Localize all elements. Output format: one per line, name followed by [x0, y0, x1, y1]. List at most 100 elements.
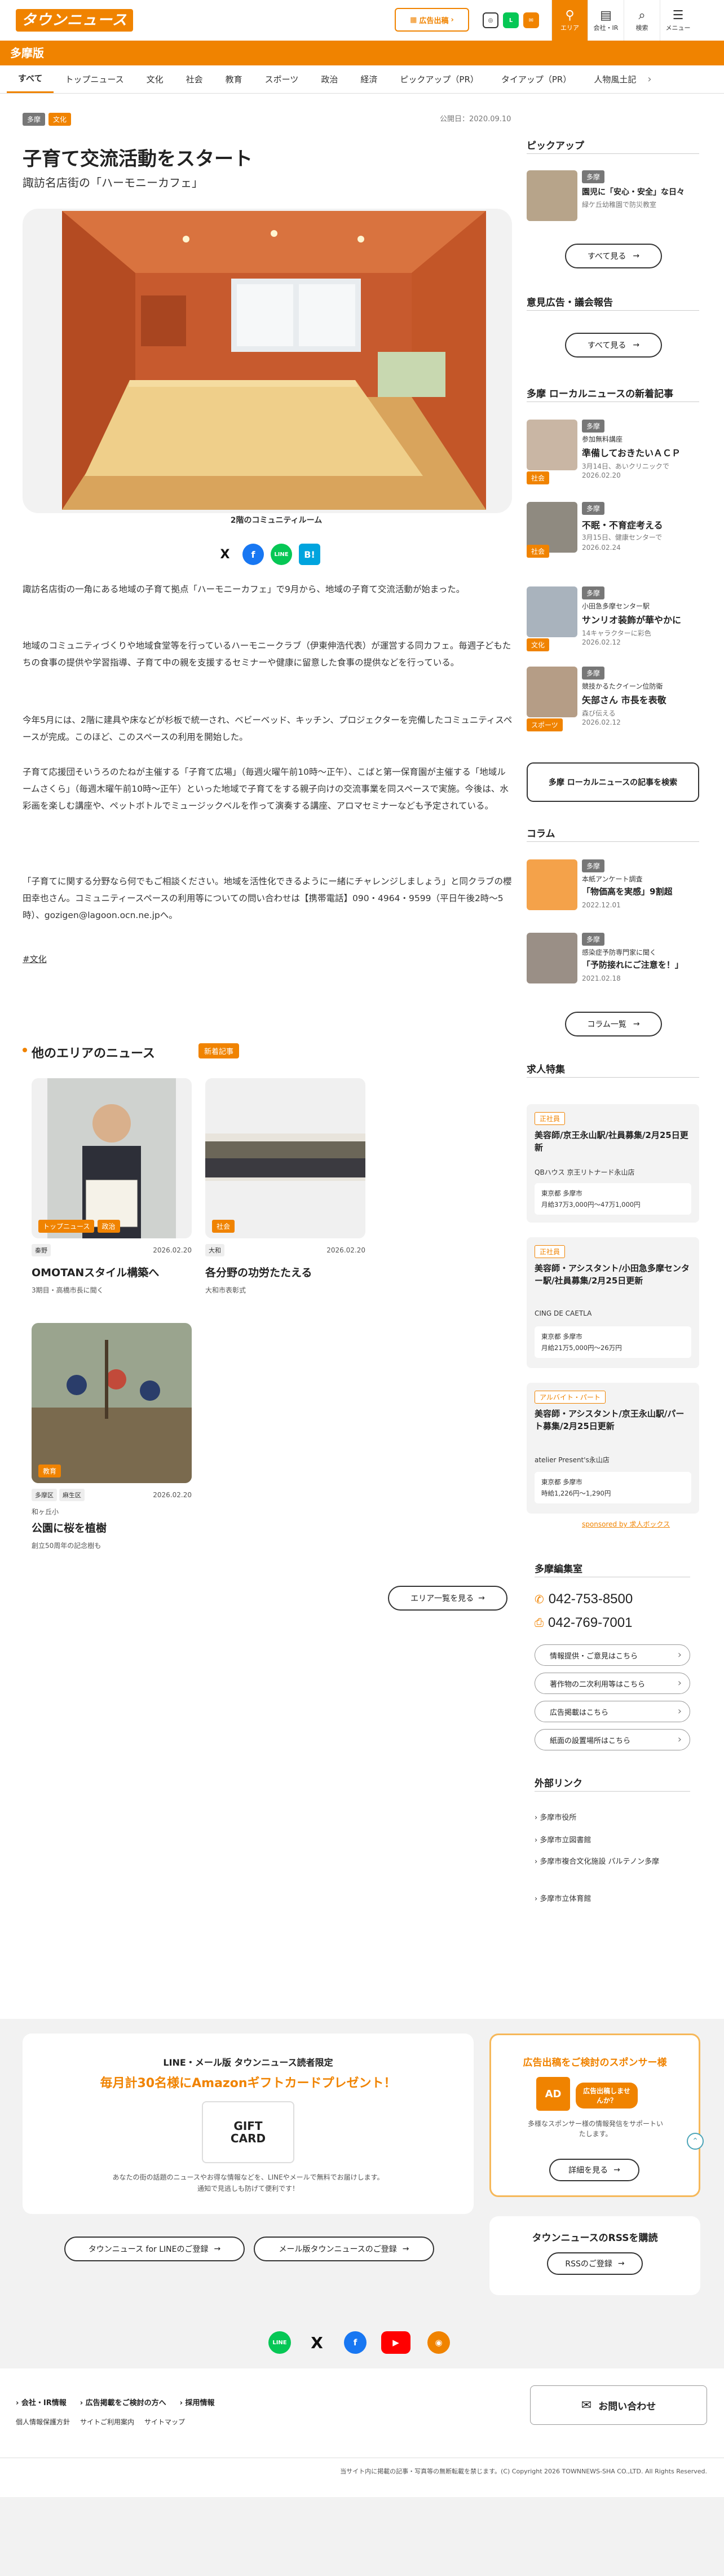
card-title: 公園に桜を植樹 [32, 1522, 107, 1534]
contact-button[interactable]: ✉ お問い合わせ [530, 2385, 707, 2425]
editorial-link[interactable]: 情報提供・ご意見はこちら [535, 1644, 690, 1666]
news-card[interactable]: 社会 大和 2026.02.20 各分野の功労たたえる 大和市表彰式 [205, 1078, 365, 1295]
column-item[interactable]: 多摩 感染症予防専門家に聞く 「予防接れにご注意を！」 2021.02.18 [527, 933, 699, 995]
external-link[interactable]: › 多摩市立図書館 [535, 1834, 591, 1845]
area-list-button[interactable]: エリア一覧を見る → [388, 1586, 507, 1611]
category-tag[interactable]: 文化 [48, 113, 72, 126]
pickup-thumb [527, 170, 577, 221]
pickup-item[interactable]: 多摩 園児に「安心・安全」な日々 緑ケ丘幼稚園で防災教室 [527, 170, 699, 232]
line-register-button[interactable]: タウンニュース for LINEのご登録 → [64, 2237, 245, 2261]
local-news-item[interactable]: 多摩 小田急多摩センター駅 サンリオ装飾が華やかに 14キャラクターに彩色 20… [527, 586, 699, 651]
nav-menu[interactable]: ☰ メニュー [660, 0, 696, 41]
line-icon[interactable]: L [503, 12, 519, 28]
pickup-see-all-button[interactable]: すべて見る → [565, 244, 662, 268]
footer-link[interactable]: 個人情報保護方針 [16, 2417, 70, 2427]
cat-top[interactable]: トップニュース [54, 65, 135, 94]
local-news-heading: 多摩 ローカルニュースの新着記事 [527, 389, 674, 400]
article-paragraph: 地域のコミュニティづくりや地域食堂等を行っているハーモニークラブ（伊東伸浩代表）… [23, 641, 511, 668]
cat-people[interactable]: 人物風土記 [582, 65, 647, 94]
column-heading: コラム [527, 828, 555, 840]
rss-icon[interactable]: ◉ [427, 2331, 450, 2354]
card-location: 大和 [205, 1244, 224, 1256]
headphones-icon[interactable]: ◎ [483, 12, 498, 28]
divider [535, 1791, 690, 1792]
editorial-link[interactable]: 著作物の二次利用等はこちら [535, 1673, 690, 1694]
column-list-button[interactable]: コラム一覧 → [565, 1012, 662, 1036]
area-tag[interactable]: 多摩 [23, 113, 46, 126]
x-icon[interactable]: X [306, 2331, 328, 2354]
facebook-icon[interactable]: f [344, 2331, 367, 2354]
rss-register-button[interactable]: RSSのご登録 → [547, 2252, 643, 2275]
editorial-link[interactable]: 広告掲載はこちら [535, 1701, 690, 1722]
nav-area[interactable]: ⚲ エリア [551, 0, 588, 41]
cat-politics[interactable]: 政治 [310, 65, 349, 94]
job-card[interactable]: 正社員 美容師・アシスタント/小田急多摩センター駅/社員募集/2月25日更新 C… [527, 1237, 699, 1368]
job-card[interactable]: アルバイト・パート 美容師・アシスタント/京王永山駅/パート募集/2月25日更新… [527, 1383, 699, 1514]
mail-register-button[interactable]: メール版タウンニュースのご登録 → [254, 2237, 434, 2261]
card-location: 秦野 [32, 1244, 51, 1256]
footer-link[interactable]: › 会社・IR情報 [16, 2397, 67, 2407]
external-link[interactable]: › 多摩市複合文化施設 パルテノン多摩 [535, 1856, 692, 1868]
footer-links-secondary: 個人情報保護方針 サイトご利用案内 サイトマップ [16, 2417, 185, 2427]
sponsor-desc: 多様なスポンサー様の情報発信をサポートいたします。 [527, 2120, 663, 2138]
cat-all[interactable]: すべて [7, 65, 54, 93]
column-thumb [527, 859, 577, 910]
x-share-button[interactable]: X [214, 544, 236, 565]
youtube-icon[interactable]: ▶ [381, 2331, 410, 2354]
column-item[interactable]: 多摩 本紙アンケート調査 「物価高を実感」9割超 2022.12.01 [527, 859, 699, 921]
local-news-search-button[interactable]: 多摩 ローカルニュースの記事を検索 [527, 762, 699, 802]
local-news-item[interactable]: 多摩 参加無料講座 準備しておきたいＡＣＰ 3月14日、あいクリニックで 202… [527, 420, 699, 484]
cat-culture[interactable]: 文化 [135, 65, 175, 94]
chevron-right-icon[interactable]: › [647, 73, 651, 85]
arrow-right-icon: → [478, 1594, 485, 1603]
hatena-share-button[interactable]: B! [299, 544, 320, 565]
phone-number[interactable]: ✆ 042-753-8500 [535, 1591, 633, 1607]
divider [527, 841, 699, 842]
divider [527, 153, 699, 154]
cat-tieup[interactable]: タイアップ（PR） [490, 65, 582, 94]
footer-link[interactable]: サイトご利用案内 [80, 2417, 134, 2427]
category-nav: すべて トップニュース 文化 社会 教育 スポーツ 政治 経済 ピックアップ（P… [0, 65, 724, 94]
column-thumb [527, 933, 577, 983]
ad-placement-button[interactable]: ▦ 広告出稿 › [395, 8, 469, 32]
opinion-see-all-button[interactable]: すべて見る → [565, 333, 662, 358]
news-card[interactable]: トップニュース 政治 秦野 2026.02.20 OMOTANスタイル構築へ 3期… [32, 1078, 192, 1295]
news-thumb [527, 586, 577, 637]
footer-link[interactable]: › 広告掲載をご検討の方へ [80, 2397, 166, 2407]
photo-caption: 2階のコミュニティルーム [230, 516, 323, 525]
line-share-button[interactable]: LINE [271, 544, 292, 565]
category-hashtag-link[interactable]: #文化 [23, 953, 47, 965]
cat-education[interactable]: 教育 [214, 65, 254, 94]
nav-search[interactable]: ⌕ 検索 [624, 0, 660, 41]
article-subtitle: 諏訪名店街の「ハーモニーカフェ」 [23, 176, 203, 189]
sponsor-detail-button[interactable]: 詳細を見る → [549, 2159, 639, 2181]
local-news-item[interactable]: 多摩 競技かるたクイーン位防衛 矢部さん 市長を表敬 森び伝える 2026.02… [527, 667, 699, 731]
copyright: 当サイト内に掲載の記事・写真等の無断転載を禁じます。(C) Copyright … [340, 2468, 707, 2475]
arrow-right-icon: → [633, 1020, 640, 1029]
nav-company[interactable]: ▤ 会社・IR [588, 0, 624, 41]
footer-link[interactable]: サイトマップ [144, 2417, 185, 2427]
cat-economy[interactable]: 経済 [349, 65, 389, 94]
card-kicker: 和ヶ丘小 [32, 1508, 59, 1516]
cat-society[interactable]: 社会 [175, 65, 214, 94]
card-title: OMOTANスタイル構築へ [32, 1267, 160, 1279]
editorial-link[interactable]: 紙面の設置場所はこちら [535, 1729, 690, 1750]
external-link[interactable]: › 多摩市役所 [535, 1811, 576, 1822]
mail-icon[interactable]: ✉ [523, 12, 539, 28]
line-icon[interactable]: LINE [268, 2331, 291, 2354]
footer-link[interactable]: › 採用情報 [180, 2397, 215, 2407]
site-logo[interactable]: タウンニュース [16, 9, 133, 32]
cat-pickup[interactable]: ピックアップ（PR） [389, 65, 489, 94]
back-to-top-button[interactable]: ⌃ [687, 2133, 704, 2150]
local-news-item[interactable]: 多摩 不眠・不育症考える 3月15日、健康センターで 2026.02.24 社会 [527, 502, 699, 564]
cat-sports[interactable]: スポーツ [254, 65, 310, 94]
campaign-label: LINE・メール版 タウンニュース読者限定 [163, 2057, 333, 2068]
news-card[interactable]: 教育 多摩区 麻生区 2026.02.20 和ヶ丘小 公園に桜を植樹 創立50周年の… [32, 1323, 192, 1550]
job-card[interactable]: 正社員 美容師/京王永山駅/社員募集/2月25日更新 QBハウス 京王リトナード… [527, 1104, 699, 1223]
campaign-headline: 毎月計30名様にAmazonギフトカードプレゼント！ [100, 2076, 396, 2090]
sponsored-link[interactable]: sponsored by 求人ボックス [582, 1519, 670, 1529]
header-sns: ◎ L ✉ [483, 12, 539, 28]
external-link[interactable]: › 多摩市立体育館 [535, 1893, 591, 1903]
facebook-share-button[interactable]: f [242, 544, 264, 565]
card-date: 2026.02.20 [153, 1246, 192, 1254]
